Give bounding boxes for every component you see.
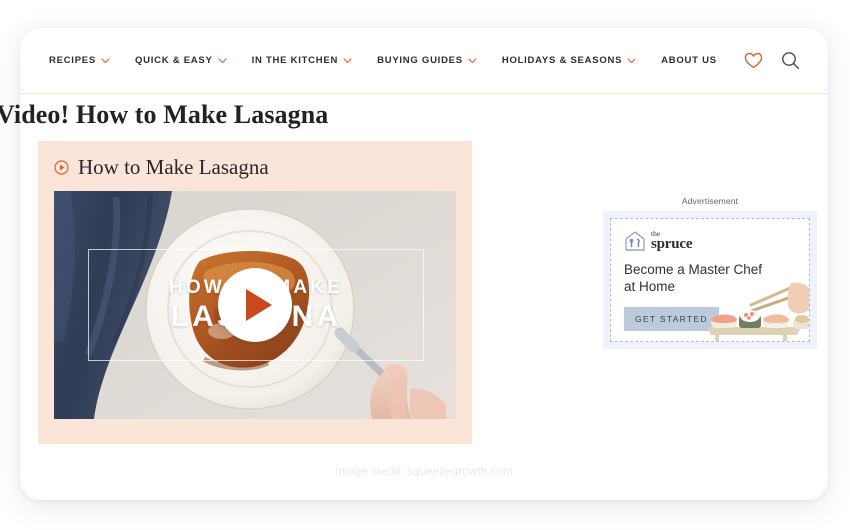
nav-item-about-us[interactable]: ABOUT US xyxy=(661,55,717,66)
play-circle-icon xyxy=(54,160,69,175)
ad-logo-name: spruce xyxy=(651,235,693,252)
chevron-down-icon xyxy=(627,58,636,64)
chevron-down-icon xyxy=(343,58,352,64)
nav-item-recipes[interactable]: RECIPES xyxy=(49,55,110,66)
nav-item-in-the-kitchen[interactable]: IN THE KITCHEN xyxy=(252,55,353,66)
play-triangle-icon xyxy=(245,289,272,321)
main-navigation: RECIPES QUICK & EASY IN THE KITCHEN BUYI… xyxy=(20,28,828,94)
ad-logo-text: the spruce xyxy=(651,230,692,252)
advertisement-label: Advertisement xyxy=(681,196,739,206)
page-card: RECIPES QUICK & EASY IN THE KITCHEN BUYI… xyxy=(0,28,828,500)
ad-frame: the spruce Become a Master Chef at Home … xyxy=(603,211,817,349)
nav-actions xyxy=(744,51,800,70)
nav-item-label: IN THE KITCHEN xyxy=(251,55,339,66)
advertisement: Advertisement the spruce Become a Master… xyxy=(603,196,817,349)
nav-item-buying-guides[interactable]: BUYING GUIDES xyxy=(377,55,477,66)
video-heading: How to Make Lasagna xyxy=(78,155,269,179)
nav-item-quick-easy[interactable]: QUICK & EASY xyxy=(135,55,227,66)
chevron-down-icon xyxy=(468,58,477,64)
heart-icon[interactable] xyxy=(744,52,763,69)
house-fork-knife-icon xyxy=(625,231,645,251)
play-button[interactable] xyxy=(218,268,292,342)
video-panel: How to Make Lasagna HOW MAKE xyxy=(38,141,472,444)
nav-item-label: HOLIDAYS & SEASONS xyxy=(501,55,623,66)
search-icon[interactable] xyxy=(781,51,800,70)
nav-items: RECIPES QUICK & EASY IN THE KITCHEN BUYI… xyxy=(49,55,744,66)
sushi-illustration xyxy=(705,281,809,341)
video-heading-row: How to Make Lasagna xyxy=(54,155,456,180)
nav-item-label: ABOUT US xyxy=(661,55,717,66)
nav-item-label: BUYING GUIDES xyxy=(377,55,463,66)
nav-item-label: RECIPES xyxy=(49,55,96,66)
nav-item-holidays-seasons[interactable]: HOLIDAYS & SEASONS xyxy=(502,55,636,66)
chevron-down-icon xyxy=(101,58,110,64)
ad-inner[interactable]: the spruce Become a Master Chef at Home … xyxy=(610,218,810,342)
ad-logo: the spruce xyxy=(624,230,796,252)
nav-item-label: QUICK & EASY xyxy=(134,55,213,66)
chevron-down-icon xyxy=(218,58,227,64)
page-title: Video! How to Make Lasagna xyxy=(0,100,329,129)
image-credit: Image credit: squeezegrowth.com xyxy=(335,466,513,478)
video-thumbnail[interactable]: HOW TO MAKE LASAGNA xyxy=(54,191,456,419)
